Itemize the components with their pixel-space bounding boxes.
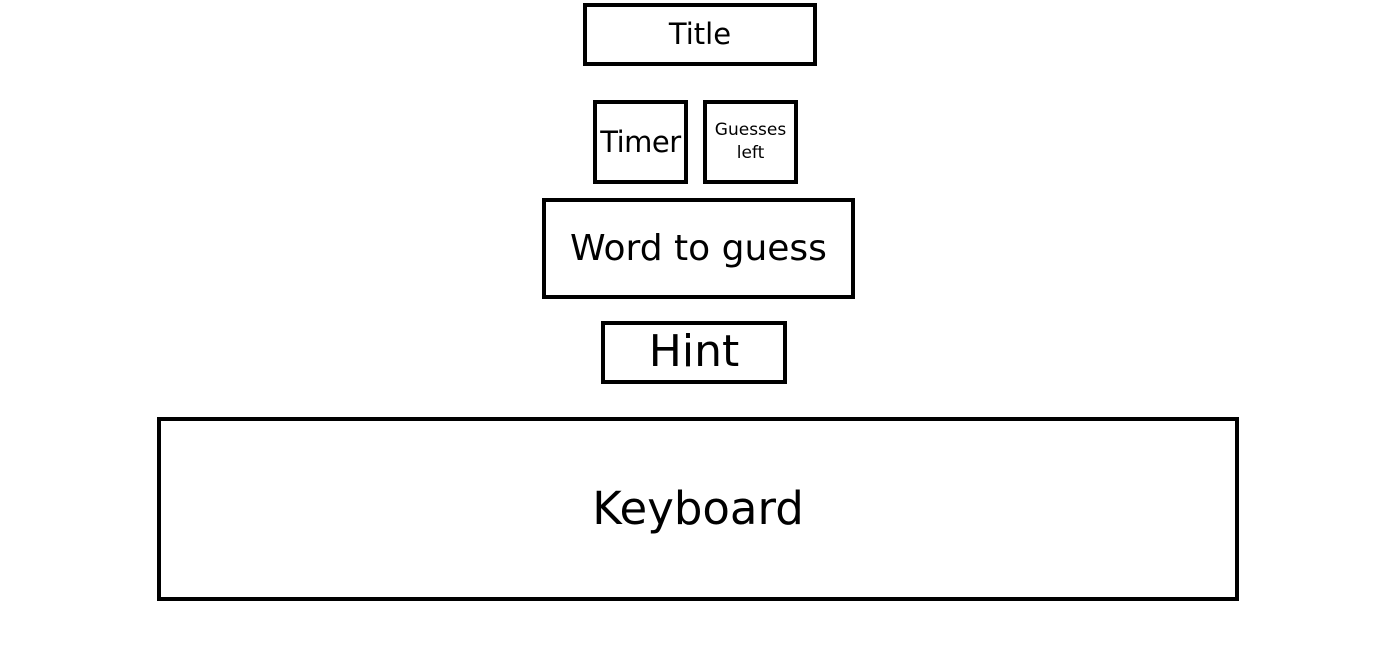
word-to-guess-box: Word to guess	[542, 198, 855, 299]
guesses-left-box: Guesses left	[703, 100, 798, 184]
keyboard-box[interactable]: Keyboard	[157, 417, 1239, 601]
keyboard-label: Keyboard	[592, 482, 804, 536]
timer-label: Timer	[600, 124, 681, 159]
guesses-left-label: Guesses left	[714, 120, 787, 163]
title-box: Title	[583, 3, 817, 66]
timer-box: Timer	[593, 100, 688, 184]
hint-box[interactable]: Hint	[601, 321, 787, 384]
title-label: Title	[668, 17, 732, 52]
word-to-guess-label: Word to guess	[570, 227, 827, 269]
hint-label: Hint	[648, 326, 740, 378]
